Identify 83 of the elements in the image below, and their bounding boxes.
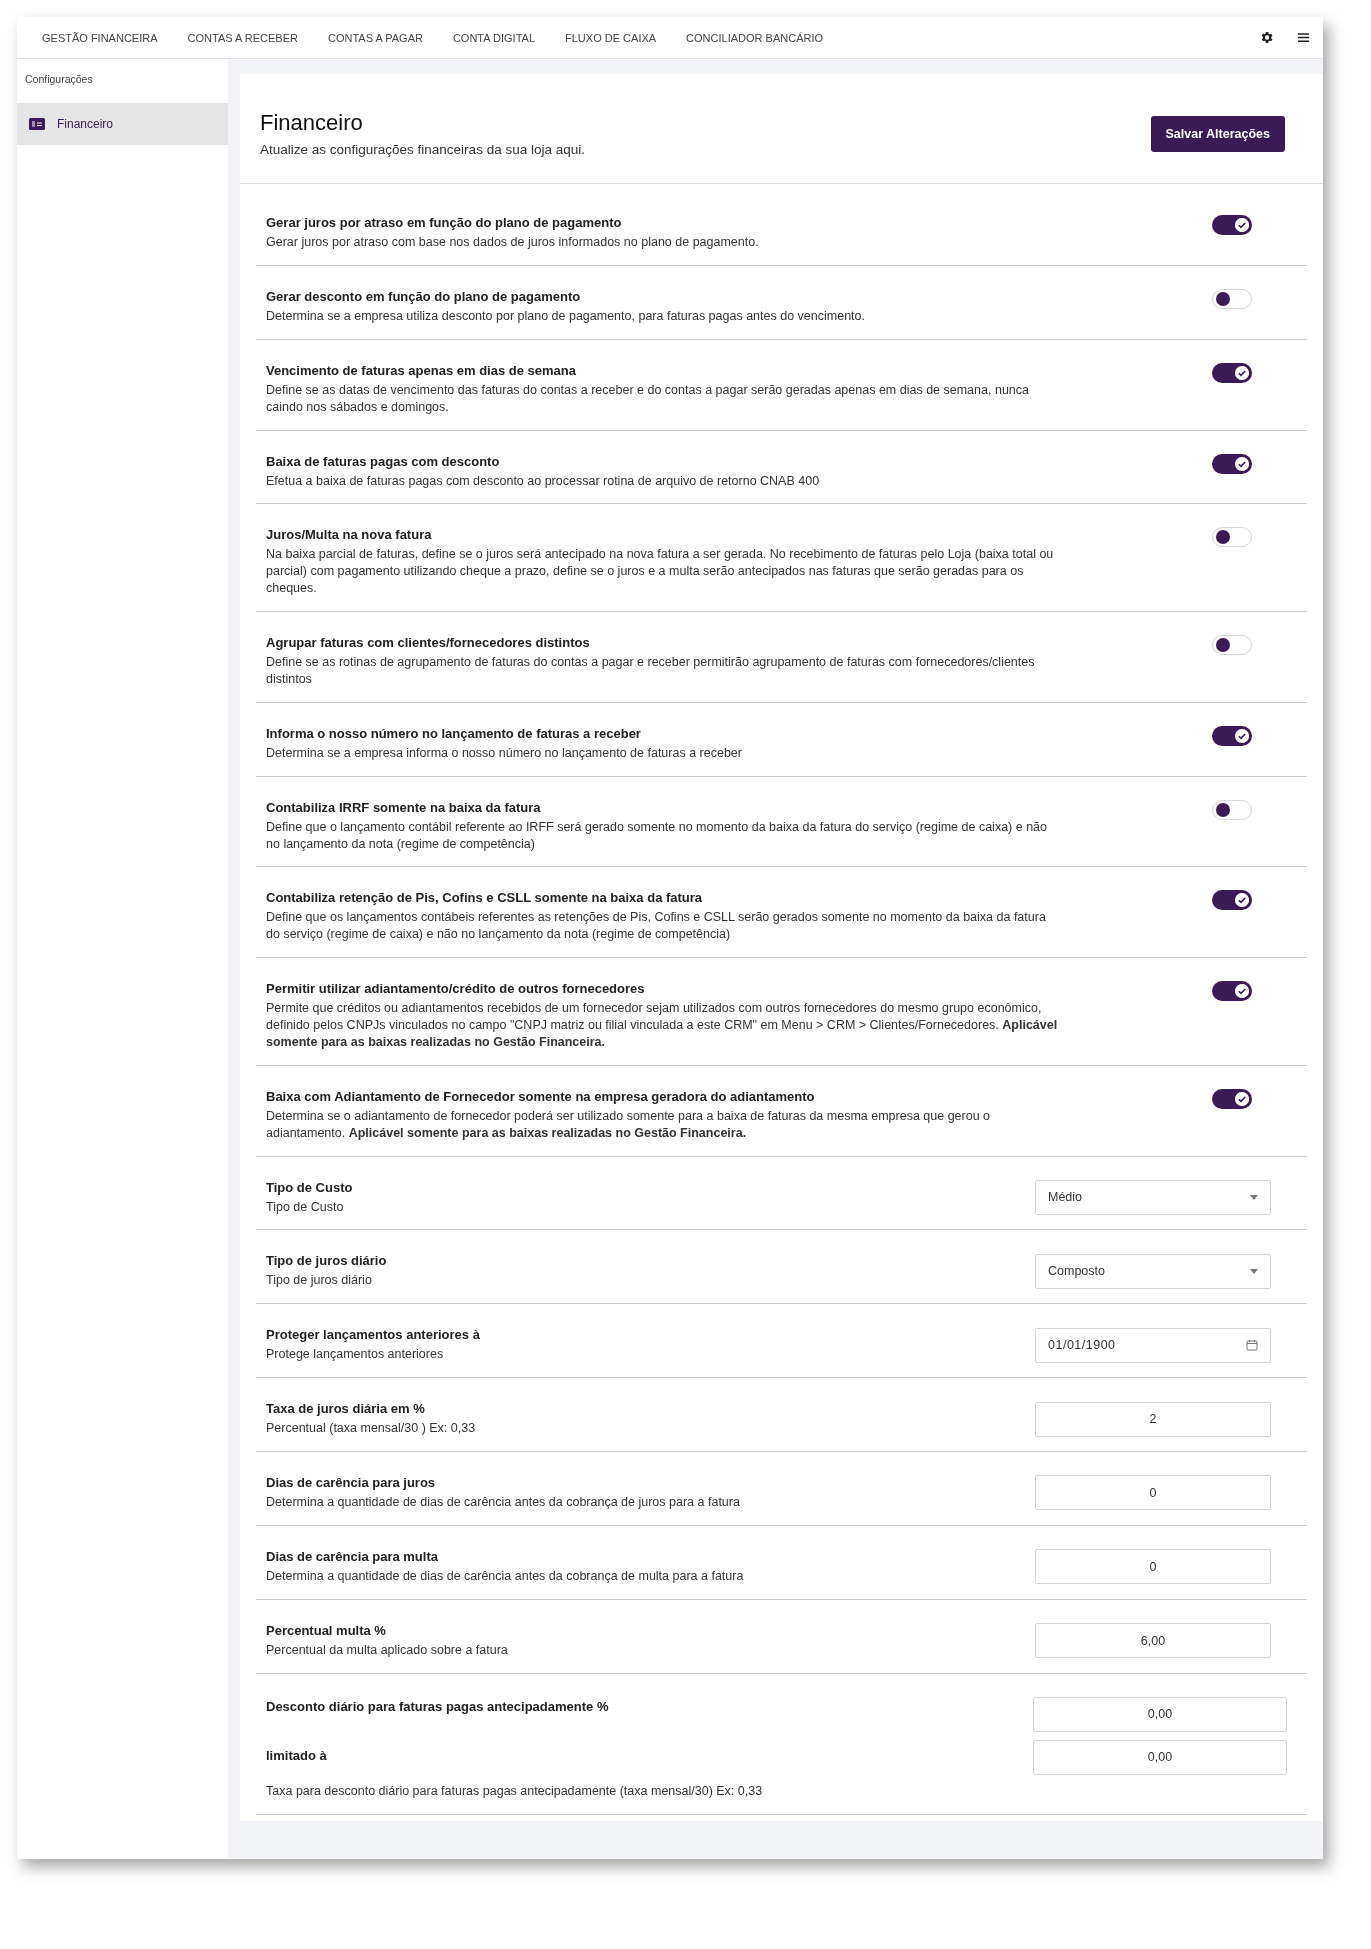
toggle-switch[interactable] [1212,1088,1252,1109]
setting-description: Permite que créditos ou adiantamentos recebidos de um fornecedor sejam utilizados com outros fornecedores do mesmo grupo econômico, definido pelos CNPJs vinculados no campo "CNPJ matriz ou filial vinculada a este CRM" em Menu > CRM > Clientes/Fornecedores. Aplicável somente para as baixas realizadas no Gestão Financeira. [266,1000,1059,1051]
setting-title: Tipo de juros diário [266,1253,388,1269]
check-icon [1235,218,1249,232]
setting-description: Define se as rotinas de agrupamento de faturas do contas a pagar e receber permitirão agrupamento de faturas com fornecedores/clientes distintos [266,654,1036,688]
input-field[interactable]: 6,00 [1035,1623,1271,1659]
setting-title: Gerar desconto em função do plano de pagamento [266,288,582,304]
setting-description: Protege lançamentos anteriores [266,1346,445,1364]
check-icon [1235,893,1249,908]
setting-description: Define se as datas de vencimento das faturas do contas a receber e do contas a pagar serão geradas apenas em dias de semana, nunca caindo nos sábados e domingos. [266,381,1030,416]
nav-tab[interactable]: CONCILIADOR BANCÁRIO [671,17,839,58]
input-field[interactable]: 0,00 [1033,1696,1287,1732]
setting-title: Dias de carência para multa [266,1548,439,1564]
setting-title: Contabiliza retenção de Pis, Cofins e CSLL somente na baixa da fatura [266,890,704,906]
setting-description: Percentual (taxa mensal/30 ) Ex: 0,33 [266,1420,477,1437]
setting-description: Define que o lançamento contábil referente ao IRFF será gerado somente no momento da baixa da fatura do serviço (regime de caixa) e não no lançamento da nota (regime de competência) [266,818,1048,853]
sidebar-item[interactable]: Financeiro [17,103,228,145]
nav-tab[interactable]: FLUXO DE CAIXA [550,17,672,58]
setting-title: Taxa de juros diária em % [266,1401,426,1417]
settings-icon[interactable] [1259,30,1274,45]
setting-title: Desconto diário para faturas pagas antecipadamente % [266,1697,610,1714]
save-button[interactable]: Salvar Alterações [1150,115,1285,152]
setting-description: Efetua a baixa de faturas pagas com desconto ao processar rotina de arquivo de retorno CNAB 400 [266,472,821,490]
setting-title: Baixa com Adiantamento de Fornecedor somente na empresa geradora do adiantamento [266,1088,816,1104]
setting-title: Gerar juros por atraso em função do plano de pagamento [266,215,623,230]
dropdown-caret-icon [1250,1268,1258,1274]
toggle-switch[interactable] [1212,453,1252,474]
toggle-switch[interactable] [1212,527,1252,548]
setting-title: Permitir utilizar adiantamento/crédito de outros fornecedores [266,981,646,997]
setting-title: Dias de carência para juros [266,1475,437,1490]
check-icon [1235,456,1249,471]
setting-title: Baixa de faturas pagas com desconto [266,453,501,469]
setting-title: Percentual multa % [266,1622,387,1638]
setting-title: Tipo de Custo [266,1179,354,1195]
setting-description: Na baixa parcial de faturas, define se o juros será antecipado na nova fatura a ser gerada. No recebimento de faturas pelo Loja (baixa total ou parcial) com pagamento utilizando cheque a prazo, define se o juros e a multa serão antecipados nas faturas que serão geradas para os cheques. [266,546,1055,597]
nav-tab[interactable]: CONTAS A RECEBER [172,17,313,58]
nav-tab[interactable]: CONTAS A PAGAR [312,17,438,58]
money-card-icon [29,118,45,130]
setting-title: limitado à [266,1747,328,1763]
toggle-switch[interactable] [1212,215,1252,235]
dropdown-field[interactable]: Médio [1035,1179,1271,1215]
setting-title: Agrupar faturas com clientes/fornecedores distintos [266,635,591,650]
page-subtitle: Atualize as configurações financeiras da sua loja aqui. [260,142,585,157]
setting-title: Vencimento de faturas apenas em dias de semana [266,362,577,378]
setting-description: Determina se a empresa informa o nosso número no lançamento de faturas a receber [266,744,743,762]
nav-tab[interactable]: GESTÃO FINANCEIRA [27,17,173,58]
setting-description: Define que os lançamentos contábeis referentes as retenções de Pis, Cofins e CSLL serão gerados somente no momento da baixa da fatura do serviço (regime de caixa) e não no lançamento da nota (regime de competência) [266,909,1047,944]
input-field[interactable]: 0 [1035,1549,1271,1585]
setting-description: Tipo de Custo [266,1198,345,1216]
toggle-switch[interactable] [1212,362,1252,383]
check-icon [1235,984,1249,999]
check-icon [1235,728,1249,743]
toggle-switch[interactable] [1212,288,1252,309]
setting-description: Gerar juros por atraso com base nos dados de juros informados no plano de pagamento. [266,234,760,251]
toggle-switch[interactable] [1212,725,1252,746]
input-field[interactable]: 2 [1035,1401,1271,1437]
nav-tab[interactable]: CONTA DIGITAL [437,17,551,58]
setting-description: Tipo de juros diário [266,1272,373,1290]
input-field[interactable]: 0,00 [1033,1739,1287,1775]
setting-description: Percentual da multa aplicado sobre a fatura [266,1641,509,1659]
check-icon [1235,365,1249,380]
toggle-switch[interactable] [1212,981,1252,1002]
toggle-switch[interactable] [1212,799,1252,820]
dropdown-field[interactable]: Composto [1035,1253,1271,1289]
date-field[interactable]: 01/01/1900 [1035,1327,1271,1363]
setting-description: Determina a quantidade de dias de carência antes da cobrança de juros para a fatura [266,1494,741,1511]
setting-title: Juros/Multa na nova fatura [266,527,433,543]
menu-icon[interactable] [1296,30,1311,45]
setting-description: Taxa para desconto diário para faturas pagas antecipadamente (taxa mensal/30) Ex: 0,33 [266,1782,764,1800]
sidebar-heading: Configurações [24,72,94,87]
setting-description: Determina se a empresa utiliza desconto por plano de pagamento, para faturas pagas antes do vencimento. [266,307,866,325]
setting-title: Contabiliza IRRF somente na baixa da fatura [266,799,542,815]
setting-title: Informa o nosso número no lançamento de faturas a receber [266,725,642,741]
toggle-switch[interactable] [1212,890,1252,911]
calendar-icon [1246,1339,1258,1352]
toggle-switch[interactable] [1212,635,1252,655]
setting-title: Proteger lançamentos anteriores à [266,1327,481,1343]
page-title: Financeiro [260,110,364,136]
check-icon [1235,1091,1249,1106]
setting-description: Determina a quantidade de dias de carência antes da cobrança de multa para a fatura [266,1567,745,1585]
dropdown-caret-icon [1250,1194,1258,1200]
setting-description: Determina se o adiantamento de fornecedor poderá ser utilizado somente para a baixa de faturas da mesma empresa que gerou o adiantamento. Aplicável somente para as baixas realizadas no Gestão Financeira. [266,1107,992,1142]
input-field[interactable]: 0 [1035,1475,1271,1511]
